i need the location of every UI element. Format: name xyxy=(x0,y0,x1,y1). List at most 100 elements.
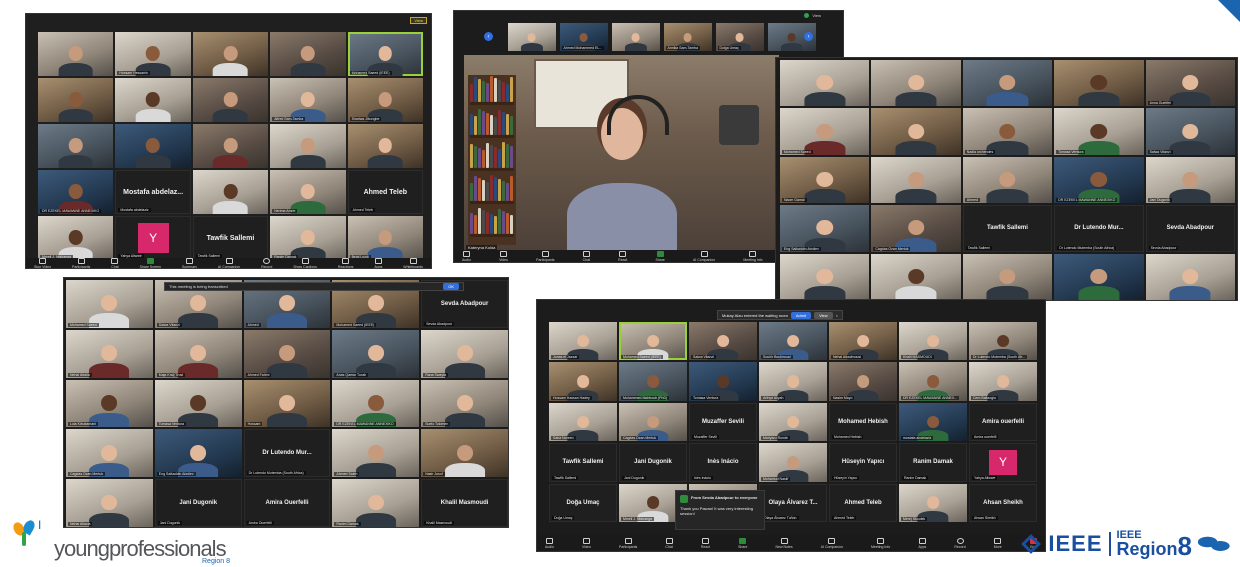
participant-name-tile[interactable]: Tawfik Sallemi Tawfik Sallemi xyxy=(549,443,617,482)
admit-button[interactable]: Admit xyxy=(790,311,812,319)
participant-video-tile[interactable]: Cagdas Ozan Mertuk xyxy=(619,402,687,442)
participant-video-tile[interactable] xyxy=(1054,60,1144,107)
toolbar-button[interactable]: Participants xyxy=(72,257,90,268)
participant-video-tile[interactable]: Nadia orchendes xyxy=(962,108,1053,155)
participant-name-tile[interactable]: Mohamed Hebish Mohamed Hebish xyxy=(829,402,897,442)
participant-video-tile[interactable]: Ranim Damak xyxy=(332,479,420,527)
participant-video-tile[interactable]: Nasim Mayo xyxy=(829,362,897,401)
participant-name-tile[interactable]: Ahsan Sheikh Ahsan Sheikh xyxy=(969,483,1037,522)
participant-video-tile[interactable] xyxy=(871,156,961,204)
participant-video-tile[interactable] xyxy=(270,32,346,76)
close-icon[interactable]: × xyxy=(836,313,838,318)
participant-name-tile[interactable]: Amira ouerfelli Amira ouerfelli xyxy=(969,402,1037,442)
participant-video-tile[interactable]: Eng Salkaddin Aboliev xyxy=(154,429,242,478)
participant-video-tile[interactable] xyxy=(962,60,1053,107)
toolbar-button[interactable]: Record xyxy=(954,537,966,549)
participant-video-tile[interactable] xyxy=(962,253,1053,300)
participant-video-tile[interactable]: Naom Gamal xyxy=(780,156,870,204)
participant-name-tile[interactable]: Ranim Damak Ranim Damak xyxy=(899,443,967,482)
participant-video-tile[interactable]: Anas Qamar Turab xyxy=(332,329,420,378)
participant-video-tile[interactable]: DR EZEKEL MAWANNE ANNEXIKO xyxy=(1054,156,1144,204)
participant-video-tile[interactable]: Mohammed Mahboub (PhD) xyxy=(619,362,687,401)
participant-video-tile[interactable]: Cem Baltaoglu xyxy=(969,362,1037,401)
participant-name-tile[interactable]: Jani Dugonik Jani Dugonik xyxy=(619,443,687,482)
participant-video-tile[interactable]: mostafa abdelaziz xyxy=(899,402,967,442)
toolbar-button[interactable]: AI Companion xyxy=(821,537,843,549)
participant-name-tile[interactable]: Doğa Umaç Doğa Umaç xyxy=(549,483,617,522)
toolbar-button[interactable]: More xyxy=(994,537,1002,549)
toolbar-button[interactable]: Meeting Info xyxy=(871,537,890,549)
toolbar-button[interactable]: Participants xyxy=(536,250,554,262)
participant-video-tile[interactable]: Belal Lozdi xyxy=(347,216,423,260)
participant-video-tile[interactable] xyxy=(871,253,961,300)
banner-ok-button[interactable]: OK xyxy=(443,283,459,290)
participant-video-tile[interactable]: Nasir Jusuf xyxy=(421,429,508,478)
participant-video-tile[interactable] xyxy=(38,124,114,168)
participant-video-tile[interactable]: Mohamud Nasiif xyxy=(759,443,827,482)
participant-video-tile[interactable]: Saba Noreen xyxy=(549,402,617,442)
participant-video-tile[interactable] xyxy=(115,78,191,122)
participant-video-tile[interactable]: Hossam Hassan Hadey xyxy=(549,362,617,401)
participant-name-tile[interactable]: Mostafa abdelaz... Mostafa abdelaziz xyxy=(115,170,191,214)
participant-video-tile[interactable]: DR EZEKEL MAWANNE ANNEXIKO xyxy=(332,379,420,428)
participant-video-tile[interactable]: Ahmed Fahmi xyxy=(243,329,331,378)
participant-video-tile[interactable] xyxy=(1054,253,1144,300)
participant-initial-tile[interactable]: Y Yahya Aliwwe xyxy=(115,216,191,260)
participant-video-tile[interactable] xyxy=(871,60,961,107)
participant-video-tile[interactable] xyxy=(115,124,191,168)
participant-video-tile[interactable]: Salwa Vitanzi xyxy=(1145,108,1235,155)
participant-video-tile[interactable]: Mohamed Saeed (IEEE) xyxy=(347,32,423,76)
participant-name-tile[interactable]: Dr Lutendo Mur... Dr Lutendo Mutemba (Sou… xyxy=(1054,205,1144,252)
participant-video-tile[interactable]: Ahmed Saleh xyxy=(332,429,420,478)
participant-name-tile[interactable]: Tawfik Sallemi Tawfik Sallemi xyxy=(192,216,269,260)
prev-page-icon[interactable]: ‹ xyxy=(484,32,493,41)
participant-video-tile[interactable]: DR EZEKEL MAWANNE ANNEXIKO xyxy=(38,170,114,214)
toolbar-button[interactable]: Meeting Info xyxy=(743,250,763,262)
view-button[interactable]: View xyxy=(814,311,833,319)
toolbar-button[interactable]: AI Companion xyxy=(218,257,240,268)
toolbar-button[interactable]: New Notes xyxy=(776,537,793,549)
participant-video-tile[interactable]: Tomasa Ventura xyxy=(154,379,242,428)
toolbar-button[interactable]: Video xyxy=(582,537,591,549)
participant-video-tile[interactable]: Nehal Attalla xyxy=(66,329,153,378)
toolbar-button[interactable]: Audio xyxy=(462,250,471,262)
participant-video-tile[interactable]: Nerima Amrie xyxy=(270,170,346,214)
participant-video-tile[interactable]: Mariyaru Ronde xyxy=(759,402,827,442)
toolbar-button[interactable]: Share xyxy=(738,537,747,549)
participant-video-tile[interactable]: Ahmed Mohammed EL... xyxy=(559,23,608,51)
participant-video-tile[interactable]: Arthyd Aliyah xyxy=(759,362,827,401)
participant-video-tile[interactable] xyxy=(192,78,269,122)
chat-notification[interactable]: From Sevda Abadpour to everyone Thank yo… xyxy=(675,490,765,530)
toolbar-button[interactable]: Audio xyxy=(545,537,554,549)
participant-video-tile[interactable]: Lola Kibukamani xyxy=(66,379,153,428)
participant-name-tile[interactable]: Sevda Abadpour Sevda Abadpour xyxy=(1145,205,1235,252)
participant-name-tile[interactable]: Ahmed Teleb Ahmed Teleb xyxy=(829,483,897,522)
participant-video-tile[interactable]: Alfred Sam-Tamba xyxy=(270,78,346,122)
participant-name-tile[interactable]: Inès Inácio Inès Inácio xyxy=(689,443,757,482)
participant-video-tile[interactable] xyxy=(347,124,423,168)
participant-video-tile[interactable] xyxy=(38,32,114,76)
toolbar-button[interactable]: Show Captions xyxy=(293,257,317,268)
participant-video-tile[interactable]: Hossam Hessanin xyxy=(115,32,191,76)
participant-video-tile[interactable]: Shariwa Jibungbe xyxy=(347,78,423,122)
participant-video-tile[interactable]: Rana Swayta xyxy=(421,329,508,378)
toolbar-button[interactable]: React xyxy=(618,250,627,262)
participant-video-tile[interactable] xyxy=(871,108,961,155)
participant-name-tile[interactable]: Khalil Masmoudi Khalil Masmoudi xyxy=(421,479,508,527)
participant-video-tile[interactable]: Tomasa Ventura xyxy=(1054,108,1144,155)
participant-video-tile[interactable] xyxy=(192,124,269,168)
view-label[interactable]: View xyxy=(812,13,821,18)
participant-video-tile[interactable]: Dr Lutendo Mutemba (South Afr... xyxy=(969,322,1037,361)
participant-video-tile[interactable]: Mmeli J. Ntshanga xyxy=(38,216,114,260)
participant-video-tile[interactable]: Jonas el Jazzar xyxy=(549,322,617,361)
participant-video-tile[interactable]: Eng Salkaddin Aboliev xyxy=(780,205,870,252)
participant-video-tile[interactable]: Nehal Alkadmousi xyxy=(829,322,897,361)
participant-video-tile[interactable]: Cagdas Ozan Mertuk xyxy=(66,429,153,478)
participant-name-tile[interactable]: Tawfik Sallemi Tawfik Sallemi xyxy=(962,205,1053,252)
toolbar-button[interactable]: Share Screen xyxy=(140,257,161,268)
toolbar-button[interactable]: Video xyxy=(499,250,508,262)
participant-video-tile[interactable]: Annika Sam-Tamba xyxy=(663,23,712,51)
participant-name-tile[interactable]: Olaya Álvarez T... Olaya Álvarez Tuñón xyxy=(759,483,827,522)
view-button[interactable]: View xyxy=(410,17,427,24)
participant-video-tile[interactable]: Dolga Umaç xyxy=(715,23,764,51)
